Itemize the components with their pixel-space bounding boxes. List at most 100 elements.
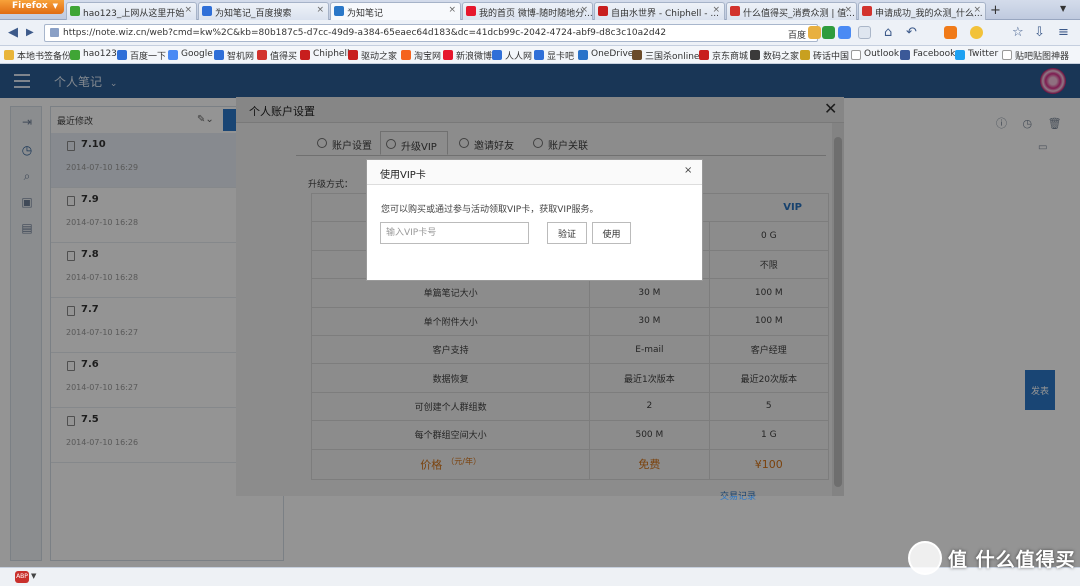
search-icon[interactable]	[858, 26, 871, 39]
favicon-icon	[632, 50, 642, 60]
bookmark-item[interactable]: 人人网	[492, 49, 532, 62]
tab-title: 为知笔记_百度搜索	[215, 9, 292, 19]
bookmark-item[interactable]: 驱动之家	[348, 49, 397, 62]
browser-tab[interactable]: hao123_上网从这里开始 ×	[66, 2, 197, 20]
shield-icon[interactable]	[822, 26, 835, 39]
favicon-icon	[348, 50, 358, 60]
vip-card-number-input[interactable]	[380, 222, 529, 244]
bookmark-item[interactable]: 智机网	[214, 49, 254, 62]
url-text: https://note.wiz.cn/web?cmd=kw%2C&kb=80b…	[63, 28, 667, 38]
download-icon[interactable]: ⇩	[1034, 25, 1045, 40]
browser-tab[interactable]: 自由水世界 - Chiphell - ... ×	[594, 2, 725, 20]
bookmark-item[interactable]: 淘宝网	[401, 49, 441, 62]
bookmark-label: Facebook	[913, 49, 956, 59]
back-icon[interactable]: ◀	[8, 25, 18, 40]
bookmark-item[interactable]: Twitter	[955, 49, 998, 60]
tab-title: 我的首页 微博-随时随地分...	[479, 9, 593, 19]
close-icon[interactable]: ×	[684, 165, 692, 176]
new-tab-button[interactable]: +	[990, 3, 1001, 18]
favicon-icon	[70, 6, 80, 16]
close-tab-icon[interactable]: ×	[184, 5, 192, 15]
favicon-icon	[214, 50, 224, 60]
weibo-icon[interactable]	[944, 26, 957, 39]
bookmark-label: 淘宝网	[414, 52, 442, 62]
favicon-icon	[443, 50, 453, 60]
bookmark-label: 人人网	[505, 52, 533, 62]
bookmark-item[interactable]: 百度一下	[117, 49, 166, 62]
browser-tab[interactable]: 申请成功_我的众测_什么... ×	[858, 2, 986, 20]
bookmark-item[interactable]: 值得买	[257, 49, 297, 62]
bookmark-label: 新浪微博	[456, 52, 493, 62]
bookmark-item[interactable]: 京东商城	[699, 49, 748, 62]
favicon-icon	[202, 6, 212, 16]
bookmark-label: 百度一下	[130, 52, 167, 62]
bookmark-item[interactable]: 砖话中国	[800, 49, 849, 62]
bookmark-item[interactable]: Chiphell	[300, 49, 350, 60]
cloud-icon	[578, 50, 588, 60]
chevron-down-icon[interactable]: ▼	[31, 572, 36, 580]
undo-icon[interactable]: ↶	[906, 25, 917, 40]
tab-list-icon[interactable]: ▼	[1060, 4, 1066, 13]
menu-icon[interactable]: ≡	[1058, 25, 1069, 40]
bookmark-item[interactable]: 三国杀online	[632, 49, 699, 62]
url-bar[interactable]: https://note.wiz.cn/web?cmd=kw%2C&kb=80b…	[44, 24, 818, 42]
bookmark-item[interactable]: 贴吧贴图神器	[1002, 49, 1069, 62]
smiley-icon[interactable]	[970, 26, 983, 39]
bookmark-item[interactable]: OneDrive	[578, 49, 633, 60]
dialog-description: 您可以购买或通过参与活动领取VIP卡，获取VIP服务。	[381, 205, 599, 215]
folder-icon	[4, 50, 14, 60]
tab-title: 申请成功_我的众测_什么...	[875, 9, 983, 19]
close-tab-icon[interactable]: ×	[316, 5, 324, 15]
verify-button[interactable]: 验证	[547, 222, 587, 244]
star-icon[interactable]: ☆	[1012, 25, 1024, 40]
browser-tab[interactable]: 为知笔记_百度搜索 ×	[198, 2, 329, 20]
favicon-icon	[168, 50, 178, 60]
tab-title: 为知笔记	[347, 9, 384, 19]
watermark: 值 什么值得买	[908, 541, 1078, 577]
favicon-icon	[534, 50, 544, 60]
firefox-menu-label: Firefox	[12, 1, 48, 11]
close-tab-icon[interactable]: ×	[973, 5, 981, 15]
addon-icon[interactable]	[808, 26, 821, 39]
bookmark-item[interactable]: hao123	[70, 49, 117, 60]
bookmark-label: Chiphell	[313, 49, 350, 59]
bookmark-item[interactable]: 新浪微博	[443, 49, 492, 62]
search-engine-label[interactable]: 百度	[788, 28, 806, 41]
favicon-icon	[750, 50, 760, 60]
close-tab-icon[interactable]: ×	[448, 5, 456, 15]
close-tab-icon[interactable]: ×	[580, 5, 588, 15]
close-tab-icon[interactable]: ×	[712, 5, 720, 15]
favicon-icon	[334, 6, 344, 16]
browser-tab-active[interactable]: 为知笔记 ×	[330, 2, 461, 21]
bookmark-item[interactable]: 显卡吧	[534, 49, 574, 62]
tab-title: 什么值得买_消费众测 | 值...	[743, 9, 855, 19]
bookmark-label: hao123	[83, 49, 117, 59]
page-icon	[1002, 50, 1012, 60]
bookmark-label: 砖话中国	[813, 52, 850, 62]
bookmark-item[interactable]: Outlook	[851, 49, 899, 60]
forward-icon[interactable]: ▶	[26, 27, 34, 38]
tab-title: hao123_上网从这里开始	[83, 9, 185, 19]
bookmark-label: 本地书签备份	[17, 52, 72, 62]
browser-tab-bar: Firefox ▼ hao123_上网从这里开始 × 为知笔记_百度搜索 × 为…	[0, 0, 1080, 21]
bookmark-label: 显卡吧	[547, 52, 575, 62]
favicon-icon	[862, 6, 872, 16]
bookmark-label: 值得买	[270, 52, 298, 62]
browser-tab[interactable]: 我的首页 微博-随时随地分... ×	[462, 2, 593, 20]
home-icon[interactable]: ⌂	[884, 25, 892, 40]
close-tab-icon[interactable]: ×	[844, 5, 852, 15]
favicon-icon	[466, 6, 476, 16]
bookmark-label: 京东商城	[712, 52, 749, 62]
favicon-icon	[300, 50, 310, 60]
use-button[interactable]: 使用	[592, 222, 631, 244]
page-icon	[851, 50, 861, 60]
favicon-icon	[70, 50, 80, 60]
bookmark-item[interactable]: Facebook	[900, 49, 956, 60]
bookmark-item[interactable]: Google	[168, 49, 213, 60]
extension-icon[interactable]	[838, 26, 851, 39]
firefox-menu-button[interactable]: Firefox ▼	[0, 0, 64, 14]
bookmark-item[interactable]: 数码之家	[750, 49, 799, 62]
browser-tab[interactable]: 什么值得买_消费众测 | 值... ×	[726, 2, 857, 20]
bookmark-item[interactable]: 本地书签备份	[4, 49, 71, 62]
adblock-icon[interactable]: ABP	[15, 571, 29, 583]
